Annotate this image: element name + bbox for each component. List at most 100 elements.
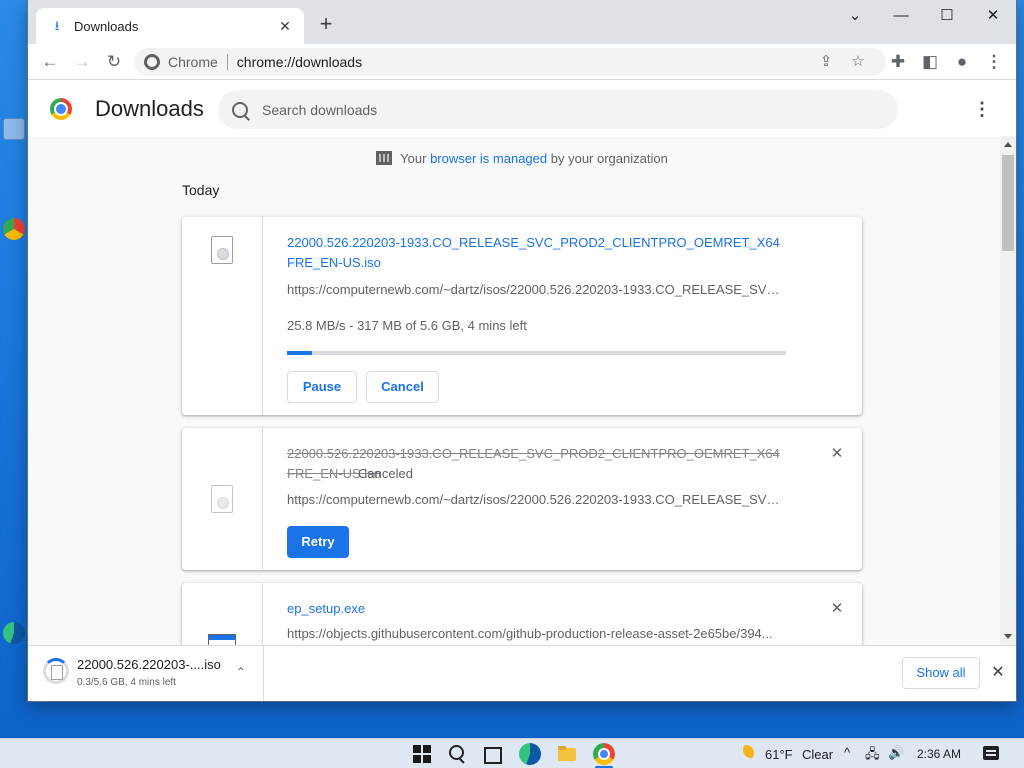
- chevron-up-icon[interactable]: ⌃: [232, 663, 250, 681]
- chrome-logo-icon: [50, 98, 72, 120]
- downloads-page: Downloads ⋮ Your browser is managed by y…: [28, 81, 1016, 645]
- minimize-button[interactable]: —: [878, 0, 924, 32]
- close-shelf-icon[interactable]: ✕: [988, 663, 1008, 683]
- scrollbar-thumb[interactable]: [1002, 155, 1014, 251]
- search-icon: [232, 101, 248, 118]
- omnibox-separator: [226, 54, 228, 70]
- file-icon-column: [182, 428, 263, 570]
- managed-notice: Your browser is managed by your organiza…: [28, 151, 1016, 166]
- tab-search-chevron-icon[interactable]: ⌄: [832, 0, 878, 32]
- site-label: Chrome: [168, 54, 218, 70]
- download-filename-link[interactable]: ep_setup.exe: [287, 599, 787, 619]
- edge-icon: [3, 622, 25, 644]
- tab-title: Downloads: [74, 18, 139, 34]
- share-icon[interactable]: ⇪: [814, 50, 838, 74]
- system-clock[interactable]: 2:36 AM: [917, 747, 961, 761]
- chrome-icon: [3, 218, 25, 240]
- exe-file-icon: [208, 634, 236, 645]
- download-shelf: 22000.526.220203-....iso 0.3/5.6 GB, 4 m…: [28, 645, 1016, 701]
- download-status: Canceled: [358, 466, 413, 481]
- managed-prefix: Your: [400, 151, 427, 166]
- file-icon-column: [182, 583, 263, 645]
- network-icon[interactable]: 🖧: [865, 745, 880, 767]
- building-icon: [376, 151, 393, 165]
- show-all-button[interactable]: Show all: [902, 657, 980, 689]
- address-bar[interactable]: Chrome chrome://downloads ⇪ ☆: [134, 48, 886, 76]
- volume-icon[interactable]: 🔊: [888, 745, 904, 761]
- toolbar: ← → ↻ Chrome chrome://downloads ⇪ ☆ ✚ ◧ …: [28, 44, 1016, 80]
- new-tab-button[interactable]: +: [314, 13, 338, 37]
- start-tile: [423, 755, 431, 763]
- download-source-url[interactable]: https://computernewb.com/~dartz/isos/220…: [287, 282, 787, 297]
- retry-button[interactable]: Retry: [287, 526, 349, 558]
- maximize-button[interactable]: ☐: [924, 0, 970, 32]
- weather-temperature[interactable]: 61°F: [765, 747, 793, 762]
- extensions-puzzle-icon[interactable]: ✚: [884, 48, 912, 76]
- managed-link[interactable]: browser is managed: [430, 151, 547, 166]
- section-date-header: Today: [182, 182, 220, 198]
- download-item-ep-setup: ep_setup.exe https://objects.githubuserc…: [182, 583, 862, 645]
- weather-description[interactable]: Clear: [802, 747, 833, 762]
- file-icon: [211, 485, 233, 513]
- shelf-filename: 22000.526.220203-....iso: [77, 657, 221, 672]
- download-item-in-progress: 22000.526.220203-1933.CO_RELEASE_SVC_PRO…: [182, 217, 862, 415]
- control-panel-icon: [3, 118, 25, 140]
- start-tile: [413, 745, 421, 753]
- progress-bar-fill: [287, 351, 312, 355]
- shelf-download-item[interactable]: 22000.526.220203-....iso 0.3/5.6 GB, 4 m…: [28, 646, 264, 701]
- page-header: Downloads ⋮: [28, 81, 1016, 137]
- weather-moon-icon[interactable]: [738, 745, 754, 761]
- file-explorer-icon[interactable]: [556, 743, 578, 765]
- page-scrollbar[interactable]: [1000, 136, 1016, 645]
- remove-download-close-icon[interactable]: ✕: [828, 445, 846, 463]
- scroll-up-arrow-icon[interactable]: [1004, 142, 1012, 147]
- edge-taskbar-icon[interactable]: [519, 743, 541, 765]
- download-item-canceled: 22000.526.220203-1933.CO_RELEASE_SVC_PRO…: [182, 428, 862, 570]
- search-box[interactable]: [218, 90, 898, 129]
- remove-download-close-icon[interactable]: ✕: [828, 600, 846, 618]
- chrome-taskbar-icon[interactable]: [593, 743, 615, 765]
- chrome-site-icon: [144, 54, 160, 70]
- page-title: Downloads: [95, 96, 204, 121]
- bookmark-star-icon[interactable]: ☆: [846, 50, 870, 74]
- profile-avatar-icon[interactable]: ●: [948, 48, 976, 76]
- search-input[interactable]: [262, 101, 862, 118]
- forward-button[interactable]: →: [68, 48, 96, 76]
- download-progress-ring-icon: [43, 658, 69, 684]
- download-source-url[interactable]: https://objects.githubusercontent.com/gi…: [287, 626, 787, 641]
- start-tile: [413, 755, 421, 763]
- chrome-window: ⭳ Downloads ✕ + ⌄ — ☐ ✕ ← → ↻ Chrome chr…: [28, 0, 1016, 701]
- chrome-menu-icon[interactable]: ⋮: [980, 48, 1008, 76]
- tab-close-icon[interactable]: ✕: [276, 17, 294, 35]
- url-text[interactable]: chrome://downloads: [237, 54, 362, 70]
- more-actions-icon[interactable]: ⋮: [970, 97, 994, 121]
- download-icon: ⭳: [54, 18, 60, 33]
- pause-button[interactable]: Pause: [287, 371, 357, 403]
- notification-center-icon[interactable]: [983, 746, 999, 760]
- tab-downloads[interactable]: ⭳ Downloads ✕: [36, 8, 304, 44]
- taskbar: 61°F Clear ^ 🖧 🔊 2:36 AM: [0, 738, 1024, 768]
- start-tile: [423, 745, 431, 753]
- back-button[interactable]: ←: [36, 48, 64, 76]
- start-button[interactable]: [411, 743, 433, 765]
- side-panel-icon[interactable]: ◧: [916, 48, 944, 76]
- download-source-url[interactable]: https://computernewb.com/~dartz/isos/220…: [287, 492, 787, 507]
- desktop-icon-control-panel[interactable]: [0, 118, 28, 143]
- tab-strip: ⭳ Downloads ✕ + ⌄ — ☐ ✕: [28, 0, 1016, 44]
- download-progress-bar: [287, 351, 786, 355]
- desktop-icon-microsoft-edge[interactable]: [0, 622, 28, 647]
- download-filename-link[interactable]: 22000.526.220203-1933.CO_RELEASE_SVC_PRO…: [287, 233, 787, 273]
- reload-button[interactable]: ↻: [100, 48, 128, 76]
- cancel-button[interactable]: Cancel: [366, 371, 439, 403]
- desktop-icon-google-chrome[interactable]: [0, 218, 28, 243]
- taskbar-search-icon[interactable]: [446, 743, 468, 765]
- tray-overflow-chevron-icon[interactable]: ^: [844, 745, 850, 760]
- task-view-icon[interactable]: [480, 743, 502, 765]
- close-window-button[interactable]: ✕: [970, 0, 1016, 32]
- scroll-down-arrow-icon[interactable]: [1004, 634, 1012, 639]
- file-icon: [211, 236, 233, 264]
- managed-suffix: by your organization: [550, 151, 668, 166]
- download-progress-text: 25.8 MB/s - 317 MB of 5.6 GB, 4 mins lef…: [287, 318, 527, 333]
- shelf-status: 0.3/5.6 GB, 4 mins left: [77, 677, 176, 688]
- file-icon-column: [182, 217, 263, 415]
